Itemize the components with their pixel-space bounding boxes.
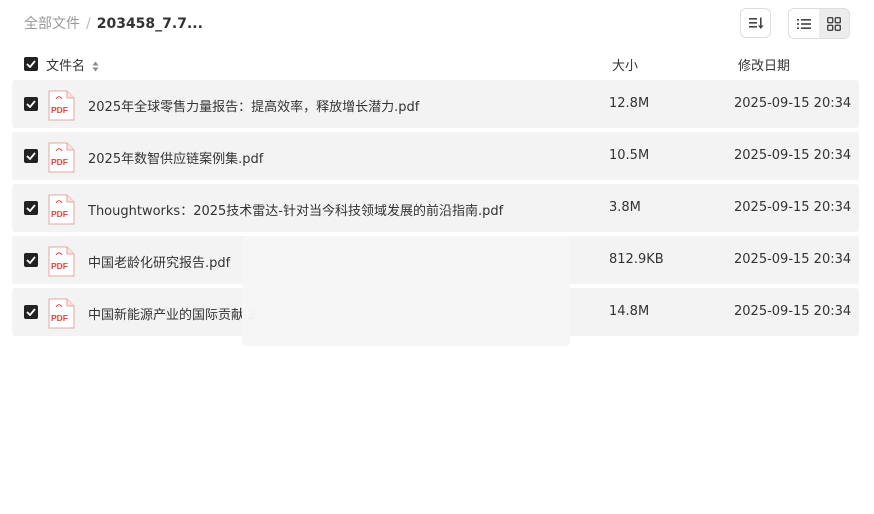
- pdf-icon-label: PDF: [51, 209, 68, 219]
- pdf-file-icon: PDF: [48, 246, 75, 277]
- sort-button[interactable]: [740, 8, 771, 38]
- file-size: 12.8M: [609, 96, 650, 111]
- row-checkbox[interactable]: [24, 149, 38, 163]
- select-all-checkbox[interactable]: [24, 57, 38, 71]
- file-date: 2025-09-15 20:34: [734, 200, 852, 215]
- column-header-size[interactable]: 大小: [612, 55, 638, 74]
- row-checkbox[interactable]: [24, 305, 38, 319]
- file-name[interactable]: Thoughtworks：2025技术雷达-针对当今科技领域发展的前沿指南.pd…: [88, 200, 503, 219]
- pdf-icon-label: PDF: [51, 105, 68, 115]
- breadcrumb-separator: /: [86, 16, 91, 32]
- view-toggle: [788, 8, 850, 39]
- pdf-icon-label: PDF: [51, 313, 68, 323]
- column-header-name-label: 文件名: [46, 59, 86, 74]
- checkmark-icon: [26, 152, 36, 160]
- top-bar: 全部文件 / 203458_7.7...: [0, 0, 874, 48]
- grid-view-icon: [827, 16, 841, 31]
- sort-caret-icon: [92, 61, 99, 72]
- table-header: 文件名 大小 修改日期: [12, 52, 859, 76]
- grid-view-button[interactable]: [819, 9, 849, 38]
- list-view-icon: [797, 18, 811, 29]
- file-name[interactable]: 中国新能源产业的国际贡献 2: [88, 304, 256, 323]
- row-checkbox[interactable]: [24, 97, 38, 111]
- pdf-file-icon: PDF: [48, 90, 75, 121]
- pdf-icon-label: PDF: [51, 261, 68, 271]
- column-header-date[interactable]: 修改日期: [738, 55, 790, 74]
- file-name[interactable]: 中国老龄化研究报告.pdf: [88, 252, 230, 271]
- breadcrumb-root-link[interactable]: 全部文件: [24, 16, 80, 32]
- file-date: 2025-09-15 20:34: [734, 96, 852, 111]
- file-date: 2025-09-15 20:34: [734, 252, 852, 267]
- sort-icon: [748, 17, 764, 29]
- file-name[interactable]: 2025年数智供应链案例集.pdf: [88, 148, 263, 167]
- row-checkbox[interactable]: [24, 253, 38, 267]
- checkmark-icon: [26, 308, 36, 316]
- file-size: 812.9KB: [609, 252, 664, 267]
- pdf-icon-label: PDF: [51, 157, 68, 167]
- file-row[interactable]: PDF Thoughtworks：2025技术雷达-针对当今科技领域发展的前沿指…: [12, 184, 859, 232]
- file-date: 2025-09-15 20:34: [734, 148, 852, 163]
- pdf-file-icon: PDF: [48, 194, 75, 225]
- file-size: 14.8M: [609, 304, 650, 319]
- obscured-region: [242, 236, 570, 346]
- checkmark-icon: [26, 60, 36, 68]
- pdf-file-icon: PDF: [48, 142, 75, 173]
- checkmark-icon: [26, 204, 36, 212]
- file-name[interactable]: 2025年全球零售力量报告：提高效率，释放增长潜力.pdf: [88, 96, 419, 115]
- file-row[interactable]: PDF 2025年数智供应链案例集.pdf 10.5M 2025-09-15 2…: [12, 132, 859, 180]
- breadcrumb: 全部文件 / 203458_7.7...: [24, 14, 203, 34]
- file-browser: 全部文件 / 203458_7.7... 文件名 大小 修改日期 PDF 2025年…: [0, 0, 874, 514]
- file-date: 2025-09-15 20:34: [734, 304, 852, 319]
- breadcrumb-current: 203458_7.7...: [96, 16, 203, 32]
- pdf-file-icon: PDF: [48, 298, 75, 329]
- column-header-name[interactable]: 文件名: [46, 55, 99, 74]
- file-size: 10.5M: [609, 148, 650, 163]
- checkmark-icon: [26, 100, 36, 108]
- row-checkbox[interactable]: [24, 201, 38, 215]
- file-row[interactable]: PDF 2025年全球零售力量报告：提高效率，释放增长潜力.pdf 12.8M …: [12, 80, 859, 128]
- list-view-button[interactable]: [789, 9, 819, 38]
- checkmark-icon: [26, 256, 36, 264]
- file-size: 3.8M: [609, 200, 641, 215]
